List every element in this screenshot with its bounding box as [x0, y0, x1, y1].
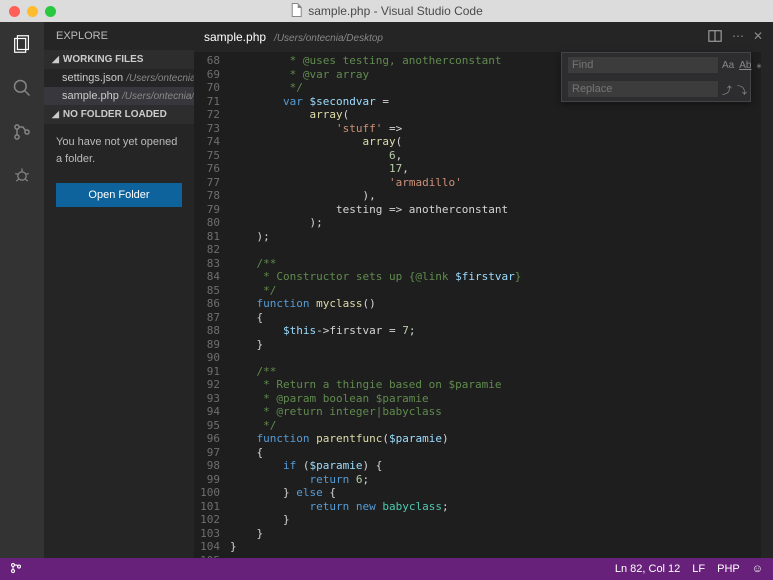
match-case-icon[interactable]: Aa — [722, 60, 734, 71]
debug-icon[interactable] — [10, 164, 34, 188]
find-input[interactable] — [568, 57, 718, 73]
working-file-item[interactable]: settings.json /Users/ontecnia... — [44, 69, 194, 87]
no-folder-header[interactable]: ◢ NO FOLDER LOADED — [44, 105, 194, 124]
maximize-window-icon[interactable] — [45, 6, 56, 17]
find-widget: Aa Ab ⁎ ← → ≡ ✕ ⤴ ⤵ — [561, 52, 751, 102]
eol-indicator[interactable]: LF — [692, 563, 705, 575]
match-word-icon[interactable]: Ab — [739, 60, 751, 71]
line-gutter: 6869707172737475767778798081828384858687… — [194, 52, 230, 558]
window-title: sample.php - Visual Studio Code — [308, 4, 483, 18]
close-window-icon[interactable] — [9, 6, 20, 17]
git-icon[interactable] — [10, 120, 34, 144]
working-files-header[interactable]: ◢ WORKING FILES — [44, 50, 194, 69]
editor-tabbar: sample.php /Users/ontecnia/Desktop ⋯ ✕ — [194, 22, 773, 52]
code-content[interactable]: * @uses testing, anotherconstant * @var … — [230, 52, 773, 558]
sidebar-title: EXPLORE — [44, 22, 194, 50]
cursor-position[interactable]: Ln 82, Col 12 — [615, 563, 680, 575]
titlebar: sample.php - Visual Studio Code — [0, 0, 773, 22]
activity-bar — [0, 22, 44, 558]
explorer-icon[interactable] — [10, 32, 34, 56]
regex-icon[interactable]: ⁎ — [756, 60, 761, 71]
more-actions-icon[interactable]: ⋯ — [732, 29, 743, 46]
working-file-item[interactable]: sample.php /Users/ontecnia/... — [44, 87, 194, 105]
replace-one-icon[interactable]: ⤴ — [722, 82, 732, 97]
tab-filepath: /Users/ontecnia/Desktop — [274, 33, 383, 44]
search-icon[interactable] — [10, 76, 34, 100]
feedback-icon[interactable]: ☺ — [752, 563, 763, 575]
code-editor[interactable]: 6869707172737475767778798081828384858687… — [194, 52, 773, 558]
open-folder-button[interactable]: Open Folder — [56, 183, 182, 207]
replace-input[interactable] — [568, 81, 718, 97]
language-mode[interactable]: PHP — [717, 563, 740, 575]
no-folder-message: You have not yet opened a folder. — [44, 124, 194, 177]
close-editor-icon[interactable]: ✕ — [753, 29, 763, 46]
chevron-down-icon: ◢ — [52, 109, 59, 120]
replace-all-icon[interactable]: ⤵ — [737, 82, 747, 97]
sidebar: EXPLORE ◢ WORKING FILES settings.json /U… — [44, 22, 194, 558]
tab-filename[interactable]: sample.php — [204, 30, 266, 44]
file-icon — [290, 3, 302, 20]
minimize-window-icon[interactable] — [27, 6, 38, 17]
statusbar: Ln 82, Col 12 LF PHP ☺ — [0, 558, 773, 580]
chevron-down-icon: ◢ — [52, 54, 59, 65]
split-editor-icon[interactable] — [708, 29, 722, 46]
vertical-scrollbar[interactable] — [761, 52, 773, 558]
git-branch-icon[interactable] — [10, 565, 22, 577]
